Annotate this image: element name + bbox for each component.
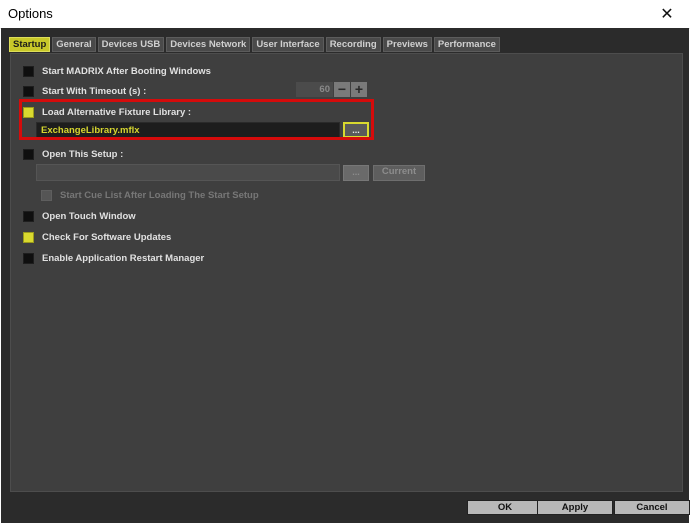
tab-general[interactable]: General <box>52 37 96 52</box>
check-updates-label: Check For Software Updates <box>42 231 172 243</box>
touch-window-checkbox[interactable] <box>23 210 34 222</box>
restart-manager-row: Enable Application Restart Manager <box>23 251 204 265</box>
start-timeout-row: Start With Timeout (s) : <box>23 84 146 98</box>
open-setup-browse-button[interactable]: ... <box>343 165 369 181</box>
title-bar: Options ✕ <box>0 0 690 29</box>
start-cue-list-checkbox[interactable] <box>41 189 52 201</box>
start-after-boot-checkbox[interactable] <box>23 65 34 77</box>
tab-recording[interactable]: Recording <box>325 37 381 52</box>
touch-window-row: Open Touch Window <box>23 209 136 223</box>
timeout-stepper: 60 − + <box>296 82 367 97</box>
tab-performance[interactable]: Performance <box>433 37 500 52</box>
apply-button[interactable]: Apply <box>537 500 613 515</box>
start-timeout-label: Start With Timeout (s) : <box>42 85 147 97</box>
restart-manager-checkbox[interactable] <box>23 252 34 264</box>
tab-devices-network[interactable]: Devices Network <box>166 37 251 52</box>
current-setup-button[interactable]: Current <box>373 165 425 181</box>
highlight-box <box>19 99 374 140</box>
cancel-button[interactable]: Cancel <box>614 500 690 515</box>
open-setup-checkbox[interactable] <box>23 148 34 160</box>
check-updates-row: Check For Software Updates <box>23 230 171 244</box>
tab-user-interface[interactable]: User Interface <box>252 37 324 52</box>
tab-startup[interactable]: Startup <box>9 37 51 52</box>
window-title: Options <box>8 6 53 21</box>
start-cue-list-row: Start Cue List After Loading The Start S… <box>41 188 259 202</box>
restart-manager-label: Enable Application Restart Manager <box>42 252 205 264</box>
start-timeout-checkbox[interactable] <box>23 85 34 97</box>
open-setup-row: Open This Setup : <box>23 147 123 161</box>
timeout-increase-button[interactable]: + <box>351 82 367 97</box>
timeout-value-field[interactable]: 60 <box>296 82 333 97</box>
startup-panel: Start MADRIX After Booting Windows Start… <box>10 53 683 492</box>
timeout-decrease-button[interactable]: − <box>334 82 350 97</box>
touch-window-label: Open Touch Window <box>42 210 136 222</box>
close-icon[interactable]: ✕ <box>644 0 690 28</box>
check-updates-checkbox[interactable] <box>23 231 34 243</box>
start-after-boot-row: Start MADRIX After Booting Windows <box>23 64 211 78</box>
tab-devices-usb[interactable]: Devices USB <box>97 37 165 52</box>
options-dialog: Startup General Devices USB Devices Netw… <box>1 28 690 523</box>
tab-bar: Startup General Devices USB Devices Netw… <box>9 37 500 52</box>
open-setup-path-field[interactable] <box>36 164 340 181</box>
open-setup-label: Open This Setup : <box>42 148 124 160</box>
start-after-boot-label: Start MADRIX After Booting Windows <box>42 65 211 77</box>
tab-previews[interactable]: Previews <box>382 37 432 52</box>
ok-button[interactable]: OK <box>467 500 543 515</box>
start-cue-list-label: Start Cue List After Loading The Start S… <box>60 189 259 201</box>
